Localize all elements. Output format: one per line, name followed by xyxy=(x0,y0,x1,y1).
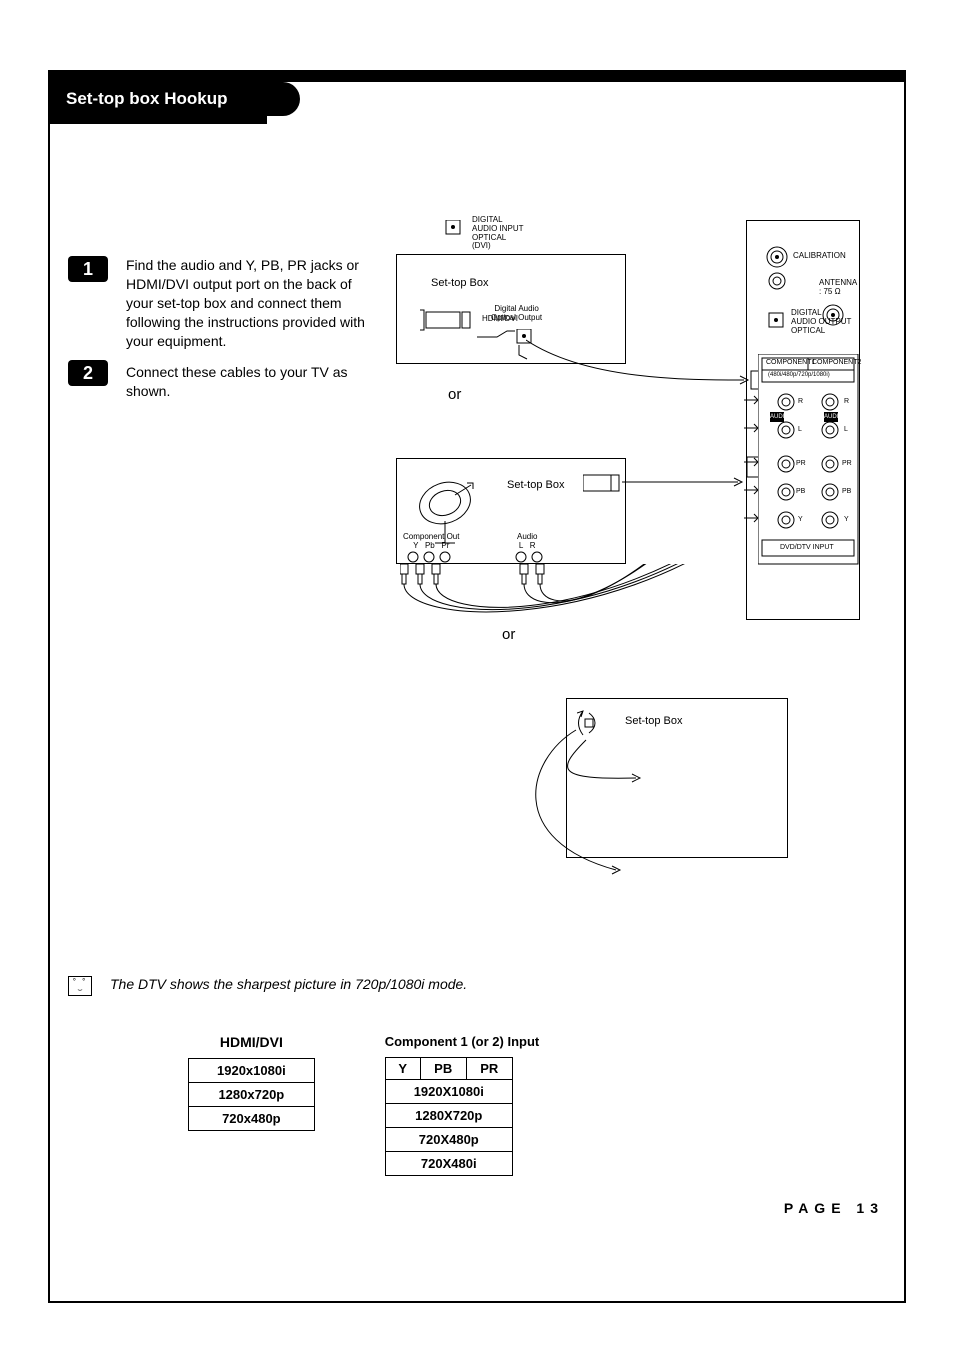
comp-hdr-pb: PB xyxy=(420,1058,466,1080)
hookup-diagram: CALIBRATION ANTENNA : 75 Ω DIGITAL AUDIO… xyxy=(386,220,876,950)
step-1-text: Find the audio and Y, PB, PR jacks or HD… xyxy=(126,256,378,350)
step-2-text: Connect these cables to your TV as shown… xyxy=(126,363,378,401)
label-y1: Y xyxy=(798,516,803,523)
label-hdmi-dvi-2: HDMI/DVI xyxy=(482,314,518,323)
label-r1: R xyxy=(798,398,803,405)
page-title: Set-top box Hookup xyxy=(48,74,267,124)
or-label-2: or xyxy=(502,626,515,643)
hdmi-row-0: 1920x1080i xyxy=(189,1059,315,1083)
component-table-wrap: Component 1 (or 2) Input Y PB PR 1920X10… xyxy=(385,1034,540,1176)
comp-row-0: 1920X1080i xyxy=(385,1080,512,1104)
label-dvd-input: DVD/DTV INPUT xyxy=(780,544,834,551)
label-audio2: AUDIO xyxy=(824,414,843,420)
label-pr1: PR xyxy=(796,460,806,467)
tip-text: The DTV shows the sharpest picture in 72… xyxy=(110,976,467,992)
label-pr2: PR xyxy=(842,460,852,467)
step-1-badge: 1 xyxy=(68,256,108,282)
comp-row-2: 720X480p xyxy=(385,1128,512,1152)
label-calibration: CALIBRATION xyxy=(793,251,846,260)
label-component1: COMPONENT1 xyxy=(766,359,815,366)
label-audio1: AUDIO xyxy=(770,414,789,420)
label-stb-2: Set-top Box xyxy=(507,479,564,491)
step-2-badge: 2 xyxy=(68,360,108,386)
label-pb2: PB xyxy=(842,488,851,495)
label-y2: Y xyxy=(844,516,849,523)
label-comp-res: (480i/480p/720p/1080i) xyxy=(768,372,830,378)
label-pb1: PB xyxy=(796,488,805,495)
comp-hdr-pr: PR xyxy=(466,1058,512,1080)
hdmi-table-wrap: HDMI/DVI 1920x1080i 1280x720p 720x480p xyxy=(188,1034,315,1131)
tip-icon: ° ° ⌣ xyxy=(68,976,92,996)
component-table: Y PB PR 1920X1080i 1280X720p 720X480p 72… xyxy=(385,1057,513,1176)
label-component-out: Component Out Y Pb Pr xyxy=(403,533,459,551)
label-l1: L xyxy=(798,426,802,433)
hdmi-row-2: 720x480p xyxy=(189,1107,315,1131)
component-table-title: Component 1 (or 2) Input xyxy=(385,1034,540,1049)
page-number: PAGE 13 xyxy=(784,1200,884,1216)
label-dig-audio-in: DIGITAL AUDIO INPUT OPTICAL (DVI) xyxy=(472,216,524,251)
comp-hdr-y: Y xyxy=(385,1058,420,1080)
comp-row-3: 720X480i xyxy=(385,1152,512,1176)
title-tab-cap xyxy=(266,82,300,116)
label-audio-lr: Audio L R xyxy=(517,533,537,551)
label-r2: R xyxy=(844,398,849,405)
hdmi-table: 1920x1080i 1280x720p 720x480p xyxy=(188,1058,315,1131)
hdmi-table-title: HDMI/DVI xyxy=(188,1034,315,1050)
label-antenna: ANTENNA : 75 Ω xyxy=(819,279,857,297)
comp-row-1: 1280X720p xyxy=(385,1104,512,1128)
resolution-tables: HDMI/DVI 1920x1080i 1280x720p 720x480p C… xyxy=(188,1034,539,1176)
label-dig-audio-out: DIGITAL AUDIO OUTPUT OPTICAL xyxy=(791,309,851,335)
settop-box-hdmi: Set-top Box Component Out Y Pb Pr Audio … xyxy=(396,458,626,564)
label-l2: L xyxy=(844,426,848,433)
label-component2: COMPONENT2 xyxy=(812,359,861,366)
hdmi-row-1: 1280x720p xyxy=(189,1083,315,1107)
